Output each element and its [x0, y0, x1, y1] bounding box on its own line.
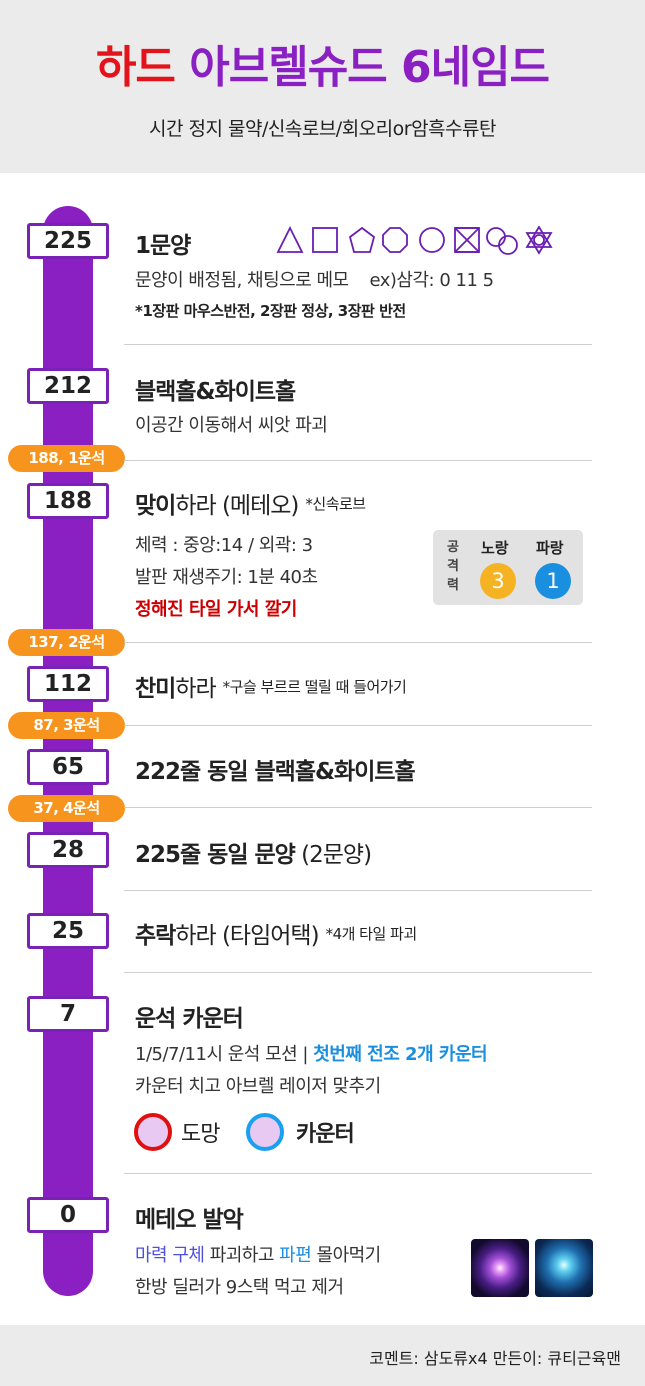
- divider: [124, 642, 592, 643]
- legend-escape: 도망: [181, 1122, 220, 1147]
- section-title-chanmi: 찬미하라 *구슬 부르르 떨릴 때 들어가기: [135, 676, 407, 702]
- header: 하드 아브렐슈드 6네임드 시간 정지 물약/신속로브/회오리or암흑수류탄: [0, 0, 645, 173]
- divider: [124, 725, 592, 726]
- blackhole-desc: 이공간 이동해서 씨앗 파괴: [135, 415, 328, 436]
- legend-counter: 카운터: [296, 1122, 355, 1147]
- meteor-badge-2: 137, 2운석: [8, 629, 125, 656]
- circle-icon: [419, 227, 445, 253]
- title-boss: 아브렐슈드 6네임드: [189, 42, 550, 93]
- meteor-badge-4: 37, 4운석: [8, 795, 125, 822]
- blue-value: 1: [535, 563, 571, 599]
- section-title-fall: 추락하라 (타임어택) *4개 타일 파괴: [135, 923, 418, 949]
- hp-line-box-112: 112: [27, 666, 109, 702]
- pattern-shapes: [276, 226, 553, 255]
- meteor-release-line1: 마력 구체 파괴하고 파편 몰아먹기: [135, 1245, 381, 1266]
- fragment-image: [535, 1239, 593, 1297]
- chanmi-note: *구슬 부르르 떨릴 때 들어가기: [222, 678, 407, 696]
- section-title-patterns: 1문양: [135, 233, 191, 259]
- hp-line-box-25: 25: [27, 913, 109, 949]
- page-subtitle: 시간 정지 물약/신속로브/회오리or암흑수류탄: [149, 118, 496, 140]
- blue-ring-icon: [246, 1113, 284, 1151]
- section-title-line225: 225줄 동일 문양 (2문양): [135, 842, 372, 868]
- divider: [124, 972, 592, 973]
- square-icon: [312, 227, 338, 253]
- hp-line-box-188: 188: [27, 483, 109, 519]
- meteor-hp: 체력 : 중앙:14 / 외곽: 3: [135, 535, 313, 556]
- yellow-label: 노랑: [481, 539, 509, 557]
- hp-line-box-28: 28: [27, 832, 109, 868]
- meteor-badge-1: 188, 1운석: [8, 445, 125, 472]
- octagon-icon: [382, 227, 408, 253]
- hp-line-box-225: 225: [27, 223, 109, 259]
- section-title-blackhole: 블랙홀&화이트홀: [135, 379, 296, 405]
- patterns-note: *1장판 마우스반전, 2장판 정상, 3장판 반전: [135, 302, 406, 320]
- yellow-value: 3: [480, 563, 516, 599]
- divider: [124, 344, 592, 345]
- footer: 코멘트: 삼도류x4 만든이: 큐티근육맨: [0, 1325, 645, 1386]
- section-title-meteor-release: 메테오 발악: [135, 1207, 244, 1233]
- meteor-regen: 발판 재생주기: 1분 40초: [135, 567, 318, 588]
- divider: [124, 460, 592, 461]
- patterns-desc: 문양이 배정됨, 채팅으로 메모 ex)삼각: 0 11 5: [135, 270, 495, 291]
- hp-line-box-212: 212: [27, 368, 109, 404]
- meteor-badge-3: 87, 3운석: [8, 712, 125, 739]
- divider: [124, 807, 592, 808]
- page-title: 하드 아브렐슈드 6네임드: [0, 38, 645, 98]
- counter-line1: 1/5/7/11시 운석 모션 | 첫번째 전조 2개 카운터: [135, 1044, 488, 1065]
- hp-line-box-65: 65: [27, 749, 109, 785]
- title-difficulty: 하드: [95, 42, 176, 93]
- triangle-icon: [276, 226, 304, 253]
- blue-label: 파랑: [536, 539, 564, 557]
- divider: [124, 890, 592, 891]
- double-circle-icon: [486, 227, 518, 255]
- fall-note: *4개 타일 파괴: [325, 925, 418, 943]
- patterns-example: ex)삼각: 0 11 5: [369, 270, 495, 291]
- meteor-warning: 정해진 타일 가서 깔기: [135, 599, 297, 620]
- hp-line-box-7: 7: [27, 996, 109, 1032]
- red-ring-icon: [134, 1113, 172, 1151]
- attack-power-label: 공 격 력: [447, 540, 459, 593]
- divider: [124, 1173, 592, 1174]
- footer-credits: 코멘트: 삼도류x4 만든이: 큐티근육맨: [369, 1349, 621, 1368]
- section-title-meteor: 맞이하라 (메테오) *신속로브: [135, 493, 366, 519]
- section-title-line222: 222줄 동일 블랙홀&화이트홀: [135, 759, 416, 785]
- meteor-note: *신속로브: [305, 495, 366, 513]
- hp-line-box-0: 0: [27, 1197, 109, 1233]
- attack-power-panel: 공 격 력 노랑 파랑 3 1: [433, 530, 583, 605]
- pentagon-icon: [348, 226, 376, 253]
- meteor-release-line2: 한방 딜러가 9스택 먹고 제거: [135, 1277, 344, 1298]
- magic-orb-image: [471, 1239, 529, 1297]
- counter-line2: 카운터 치고 아브렐 레이저 맞추기: [135, 1076, 381, 1097]
- hexagram-icon: [525, 226, 553, 255]
- section-title-counter: 운석 카운터: [135, 1006, 244, 1032]
- hourglass-icon: [454, 227, 480, 253]
